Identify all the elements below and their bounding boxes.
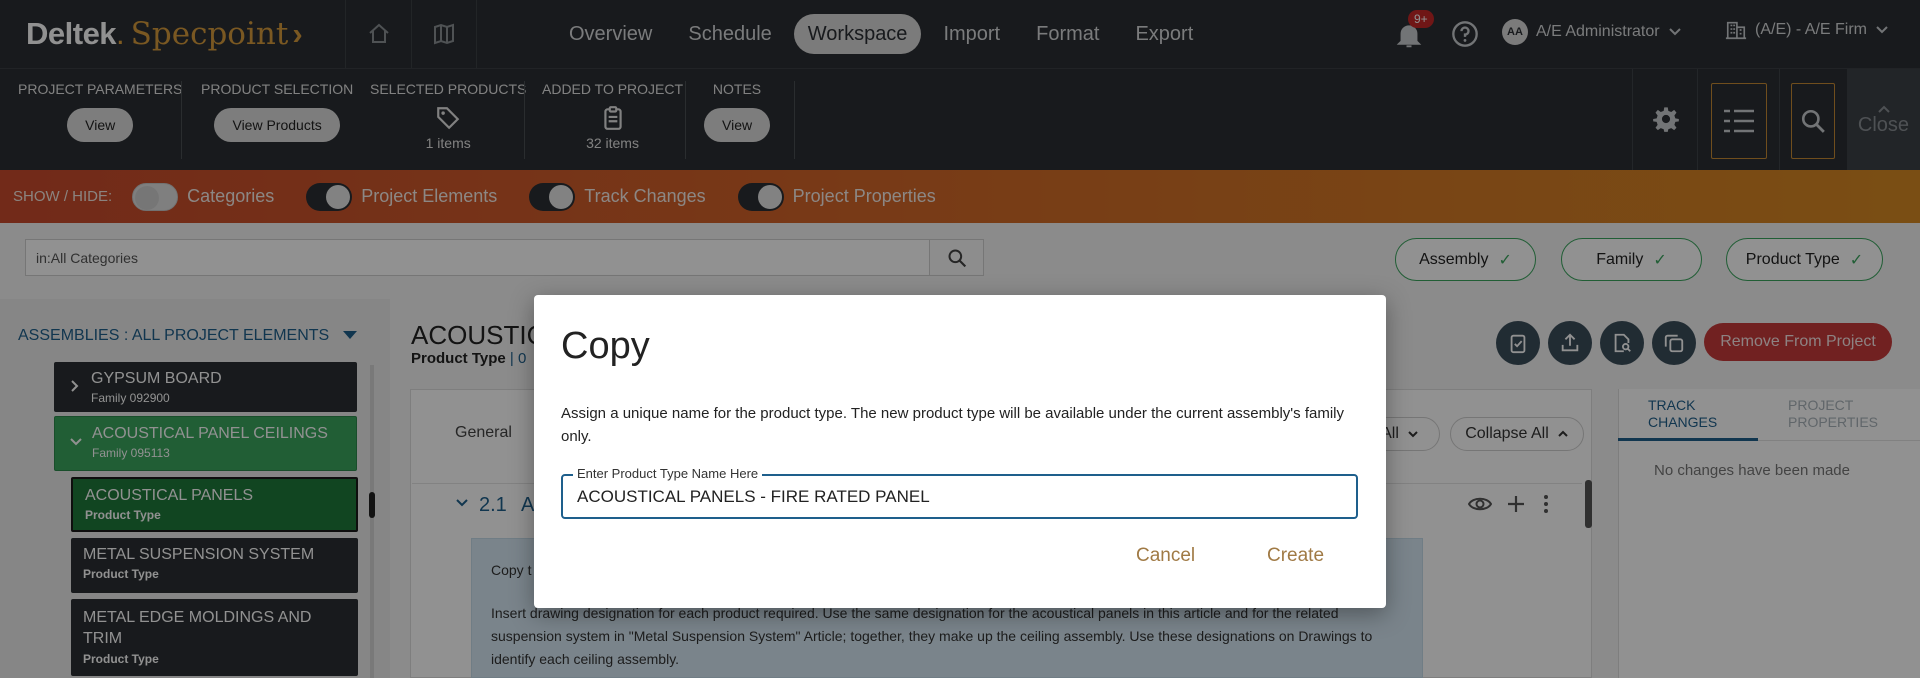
copy-dialog: Copy Assign a unique name for the produc… — [534, 295, 1386, 608]
product-type-name-input[interactable] — [577, 485, 1337, 509]
product-type-name-field[interactable]: Enter Product Type Name Here — [561, 466, 1358, 519]
cancel-button[interactable]: Cancel — [1136, 545, 1195, 567]
dialog-description: Assign a unique name for the product typ… — [561, 405, 1345, 445]
create-button[interactable]: Create — [1267, 545, 1324, 567]
field-label: Enter Product Type Name Here — [573, 466, 763, 481]
dialog-title: Copy — [561, 325, 650, 367]
